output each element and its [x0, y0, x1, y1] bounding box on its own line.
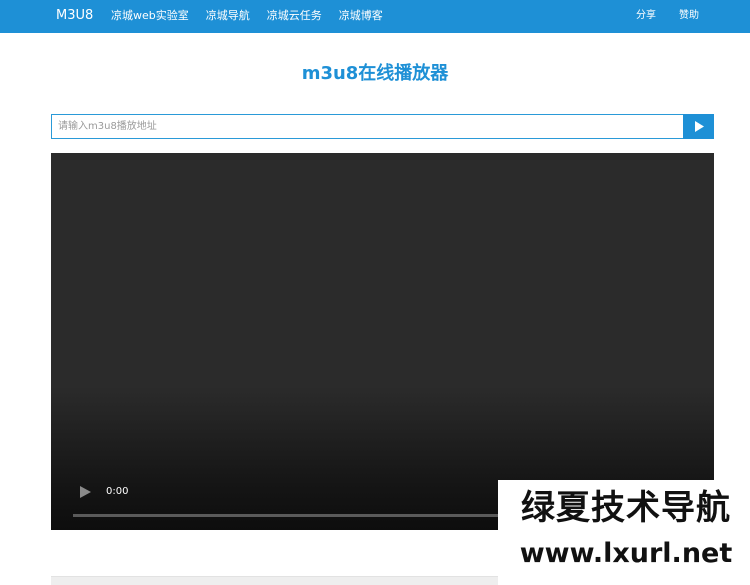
nav-link-web-lab[interactable]: 凉城web实验室	[111, 0, 189, 33]
video-player[interactable]: 0:00	[51, 153, 714, 530]
player-time: 0:00	[106, 486, 129, 497]
nav-link-navigation[interactable]: 凉城导航	[206, 0, 250, 33]
play-icon	[694, 121, 704, 132]
watermark-url: www.lxurl.net	[519, 538, 733, 569]
nav-links: 凉城web实验室 凉城导航 凉城云任务 凉城博客	[111, 0, 400, 33]
m3u8-url-input[interactable]	[51, 114, 683, 139]
top-navbar: M3U8 凉城web实验室 凉城导航 凉城云任务 凉城博客 分享 赞助	[0, 0, 750, 33]
watermark-title: 绿夏技术导航	[521, 488, 731, 528]
nav-link-share[interactable]: 分享	[636, 0, 656, 33]
brand-link[interactable]: M3U8	[56, 0, 93, 33]
nav-link-cloud-task[interactable]: 凉城云任务	[267, 0, 322, 33]
player-play-icon[interactable]	[78, 485, 92, 499]
play-submit-button[interactable]	[683, 114, 714, 139]
nav-right: 分享 赞助	[613, 0, 699, 33]
watermark: 绿夏技术导航 www.lxurl.net	[498, 480, 750, 585]
nav-link-sponsor[interactable]: 赞助	[679, 0, 699, 33]
page-title: m3u8在线播放器	[301, 63, 449, 84]
nav-link-blog[interactable]: 凉城博客	[339, 0, 383, 33]
